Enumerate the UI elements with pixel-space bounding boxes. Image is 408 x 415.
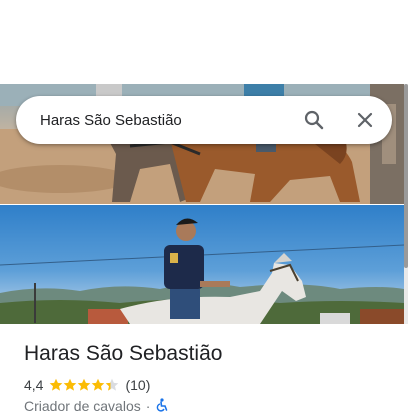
place-title: Haras São Sebastião [24, 342, 223, 365]
close-icon[interactable] [353, 108, 377, 132]
review-count[interactable]: (10) [125, 377, 150, 393]
photo-scrollbar[interactable] [404, 84, 408, 324]
scrollbar-thumb[interactable] [404, 84, 408, 268]
category-row: Criador de cavalos · [24, 397, 169, 415]
search-box [16, 96, 392, 144]
separator: · [145, 398, 151, 414]
star-icon [106, 378, 119, 391]
rating-row: 4,4 (10) [24, 376, 150, 394]
map-blank-area [0, 0, 408, 84]
star-icon [64, 378, 77, 391]
rating-stars[interactable] [49, 378, 119, 392]
wheelchair-accessible-icon [155, 397, 169, 415]
search-icon[interactable] [302, 108, 326, 132]
rating-value: 4,4 [24, 377, 44, 393]
photo-rider-image [0, 218, 404, 324]
search-input[interactable] [40, 109, 290, 131]
star-icon [78, 378, 91, 391]
place-category[interactable]: Criador de cavalos [24, 398, 141, 414]
star-icon [92, 378, 105, 391]
star-icon [50, 378, 63, 391]
place-photo-rider[interactable] [0, 205, 404, 324]
